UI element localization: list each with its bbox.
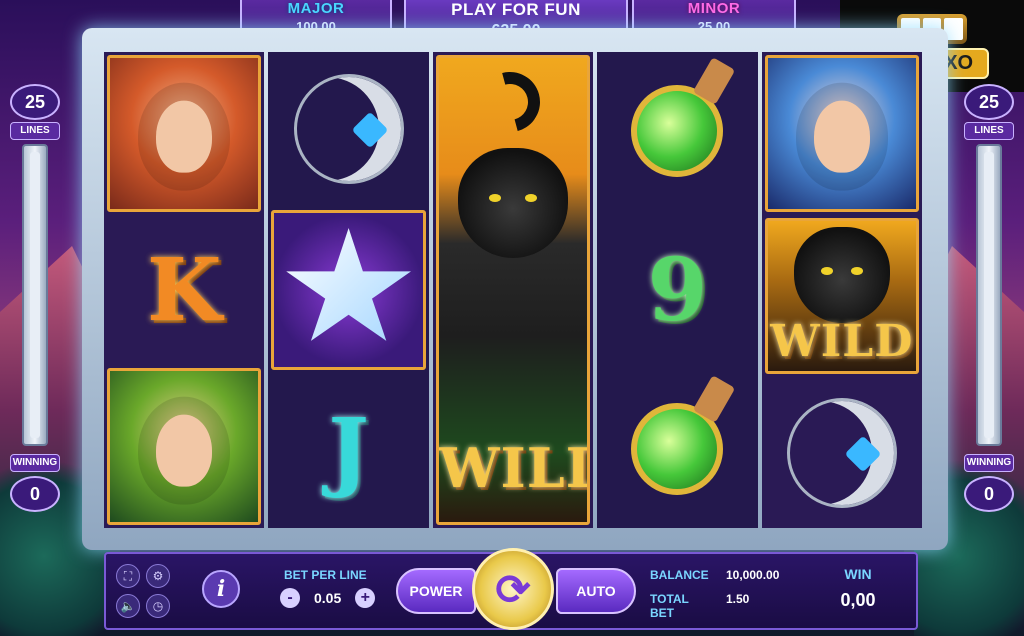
balance-label: BALANCE: [650, 568, 709, 582]
winning-label: WINNING: [964, 454, 1014, 472]
lines-label: LINES: [10, 122, 60, 140]
utility-icons: ⛶ ⚙ 🔈 ◷: [116, 564, 172, 618]
auto-button[interactable]: AUTO: [556, 568, 636, 614]
lines-count[interactable]: 25: [10, 84, 60, 120]
wild-label: WILD: [770, 316, 914, 368]
lines-count[interactable]: 25: [964, 84, 1014, 120]
bet-increase-button[interactable]: +: [355, 588, 376, 608]
fullscreen-icon[interactable]: ⛶: [116, 564, 140, 588]
meter-tube: [22, 144, 48, 446]
balance-value: 10,000.00: [726, 568, 780, 582]
power-button[interactable]: POWER: [396, 568, 476, 614]
letter-j-text: J: [328, 400, 369, 502]
lines-label: LINES: [964, 122, 1014, 140]
major-jackpot-label: MAJOR: [287, 0, 345, 17]
win-label: WIN: [844, 566, 872, 582]
total-bet-value: 1.50: [726, 592, 750, 606]
winning-count: 0: [964, 476, 1014, 512]
total-bet-label: TOTAL BET: [650, 592, 689, 620]
panther-icon: [793, 226, 890, 323]
spin-button[interactable]: ⟳: [472, 548, 554, 630]
panther-wild-stacked-symbol: WILD: [435, 55, 591, 525]
letter-k-symbol: K: [104, 215, 264, 366]
number-9-symbol: 9: [597, 211, 757, 370]
moon-pendant-symbol: [268, 52, 428, 207]
winning-label: WINNING: [10, 454, 60, 472]
meter-tube: [976, 144, 1002, 446]
wild-label: WILD: [438, 436, 587, 500]
bet-per-line-value: 0.05: [314, 590, 342, 606]
minor-jackpot-label: MINOR: [687, 0, 741, 17]
panther-icon: [458, 148, 569, 258]
sound-icon[interactable]: 🔈: [116, 594, 140, 618]
play-for-fun-label: PLAY FOR FUN: [451, 0, 581, 19]
info-button[interactable]: i: [202, 570, 240, 608]
settings-icon[interactable]: ⚙: [146, 564, 170, 588]
moon-pendant-symbol: [762, 377, 922, 528]
green-fairy-symbol: [107, 368, 262, 526]
control-bar: ⛶ ⚙ 🔈 ◷ i BET PER LINE - 0.05 + POWER ⟳ …: [104, 548, 918, 630]
blue-fairy-symbol: [764, 55, 920, 212]
red-fairy-symbol: [107, 55, 262, 212]
account-info: BALANCE 10,000.00 TOTAL BET 1.50: [650, 568, 779, 630]
right-line-meter: 25 LINES WINNING 0: [958, 60, 1020, 530]
potion-icon: [631, 374, 736, 495]
left-line-meter: 25 LINES WINNING 0: [4, 60, 66, 530]
reel-grid: K J WILD: [104, 52, 923, 528]
reel-3: WILD: [432, 52, 594, 528]
letter-k-text: K: [146, 239, 222, 341]
bet-decrease-button[interactable]: -: [280, 588, 300, 608]
bet-per-line-stepper: - 0.05 +: [280, 588, 376, 608]
reel-5: WILD: [761, 52, 923, 528]
letter-j-symbol: J: [268, 373, 428, 528]
crystal-star-symbol: [271, 209, 426, 371]
reel-2: J: [268, 52, 429, 528]
win-display: WIN 0,00: [828, 566, 888, 611]
history-icon[interactable]: ◷: [146, 594, 170, 618]
bet-per-line-label: BET PER LINE: [284, 568, 367, 582]
moon-icon: [786, 397, 897, 508]
moon-icon: [293, 74, 404, 185]
reel-1: K: [104, 52, 265, 528]
green-potion-symbol: [597, 52, 757, 211]
green-potion-symbol: [597, 369, 757, 528]
number-9-text: 9: [647, 239, 708, 341]
win-value: 0,00: [840, 590, 876, 610]
potion-icon: [631, 57, 736, 178]
panther-wild-symbol: WILD: [764, 217, 920, 375]
spin-icon: ⟳: [495, 565, 531, 613]
winning-count: 0: [10, 476, 60, 512]
reel-4: 9: [597, 52, 758, 528]
